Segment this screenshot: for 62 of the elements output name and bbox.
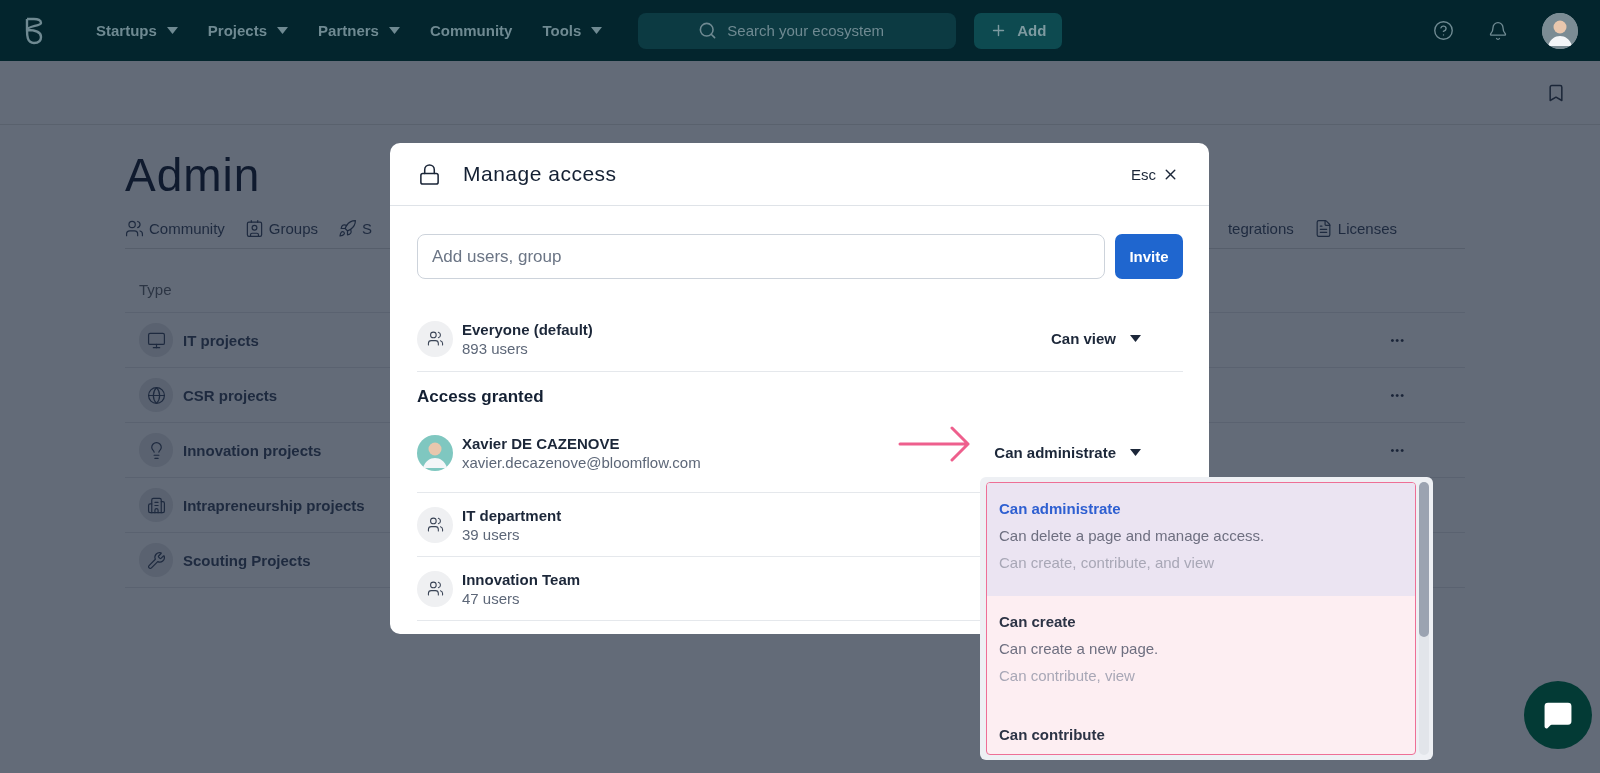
add-button[interactable]: Add [974, 12, 1063, 49]
role-option[interactable]: Can administrate Can delete a page and manage access. Can create, contribute, and view [987, 483, 1415, 596]
dialog-title: Manage access [463, 162, 618, 186]
nav-menu[interactable]: Projects [195, 16, 301, 45]
search-icon [698, 21, 718, 40]
avatar-icon [417, 434, 453, 471]
entry-detail: xavier.decazenove@bloomflow.com [462, 452, 701, 472]
page-title: Admin [125, 148, 261, 203]
entry-detail: 39 users [462, 524, 520, 544]
caret-icon [1130, 335, 1141, 342]
caret-icon [388, 27, 400, 34]
wrench-icon [146, 550, 166, 570]
nav-menu[interactable]: Community [417, 16, 525, 45]
entry-name: Innovation Team [462, 569, 581, 589]
admin-tab[interactable]: tegrations [1227, 220, 1294, 237]
caret-icon [166, 27, 178, 34]
entry-name: IT department [462, 505, 562, 525]
role-dropdown[interactable]: Can view [1050, 330, 1141, 347]
entry-detail: 47 users [462, 588, 520, 608]
caret-icon [277, 27, 289, 34]
entry-name: Xavier DE CAZENOVE [462, 433, 620, 453]
building-icon [146, 495, 166, 515]
invite-button[interactable]: Invite [1115, 234, 1183, 279]
people-icon [417, 320, 453, 357]
bookmark-icon[interactable] [1546, 82, 1566, 103]
search-field[interactable]: Search your ecosystem [638, 12, 957, 49]
role-option[interactable]: Can create Can create a new page. Can contribute, view [987, 596, 1415, 709]
caret-icon [591, 27, 603, 34]
more-button[interactable]: ••• [1390, 444, 1405, 456]
monitor-icon [146, 330, 166, 350]
role-dropdown[interactable]: Can administrate [994, 444, 1141, 461]
bell-icon[interactable] [1488, 20, 1508, 41]
scrollbar[interactable] [1419, 482, 1429, 755]
close-button[interactable]: Esc [1131, 165, 1179, 183]
entry-detail: 893 users [462, 338, 528, 358]
logo-icon[interactable] [24, 16, 44, 45]
user-avatar[interactable] [1542, 12, 1578, 49]
chat-icon [1543, 700, 1573, 730]
group-icon [244, 219, 264, 238]
entry-name: Everyone (default) [462, 319, 593, 339]
avatar-icon [1542, 12, 1578, 49]
more-button[interactable]: ••• [1390, 389, 1405, 401]
role-option[interactable]: Can contribute [987, 709, 1415, 754]
more-button[interactable]: ••• [1390, 334, 1405, 346]
caret-icon [1130, 449, 1141, 456]
section-heading: Access granted [417, 387, 545, 408]
add-users-field[interactable]: Add users, group [417, 234, 1105, 279]
group-icon [417, 570, 453, 607]
admin-tab[interactable]: Licenses [1313, 219, 1397, 238]
nav-menu[interactable]: Partners [306, 16, 412, 45]
admin-tab[interactable]: S [338, 219, 373, 238]
nav-menu[interactable]: Startups [84, 16, 190, 45]
lock-icon [418, 162, 441, 186]
rocket-icon [338, 219, 358, 238]
group-icon [417, 506, 453, 543]
globe-icon [146, 385, 166, 405]
admin-tab[interactable]: Community [125, 219, 225, 238]
arrow-icon [898, 426, 972, 462]
nav-menu[interactable]: Tools [530, 16, 615, 45]
help-icon[interactable] [1433, 20, 1454, 41]
admin-tab[interactable]: Groups [244, 219, 319, 238]
people-icon [125, 219, 144, 238]
